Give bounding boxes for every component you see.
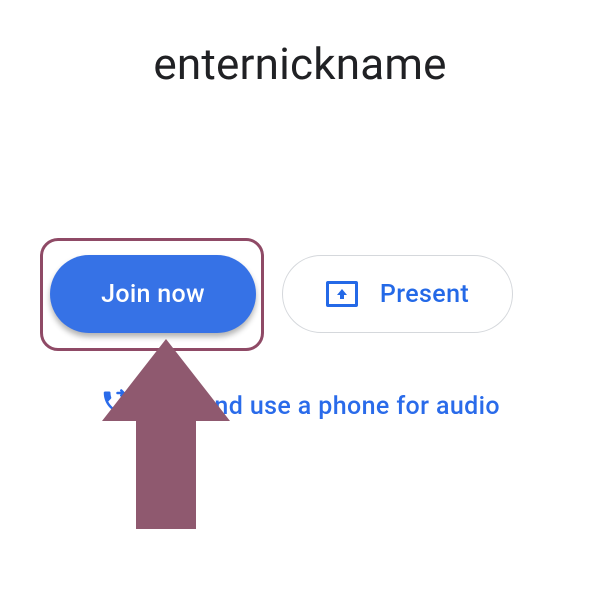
join-by-phone-link[interactable]: Join and use a phone for audio (0, 388, 600, 425)
present-button[interactable]: Present (282, 255, 513, 333)
present-to-screen-icon (326, 281, 358, 307)
meeting-title: enternickname (0, 38, 600, 90)
join-now-label: Join now (101, 280, 205, 309)
phone-audio-icon (100, 388, 130, 425)
present-label: Present (380, 280, 469, 309)
join-buttons-row: Join now Present (50, 255, 513, 333)
annotation-arrow-icon (102, 339, 230, 529)
join-by-phone-label: Join and use a phone for audio (144, 392, 500, 421)
join-now-button[interactable]: Join now (50, 255, 256, 333)
